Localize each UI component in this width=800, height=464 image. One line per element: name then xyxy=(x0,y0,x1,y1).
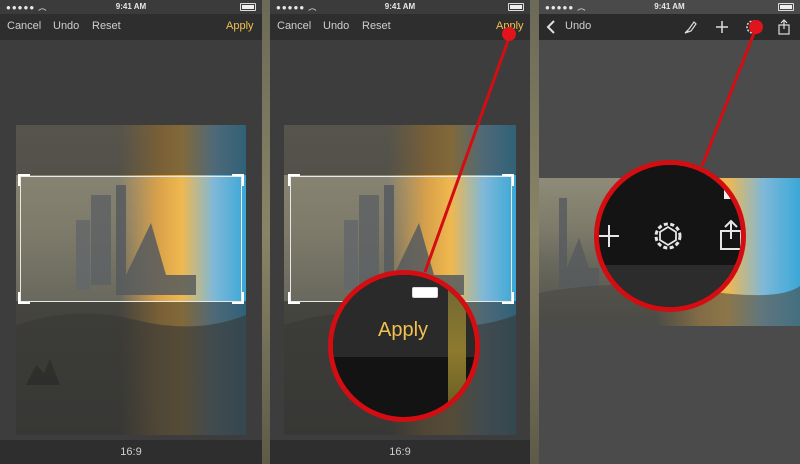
status-time: 9:41 AM xyxy=(115,2,147,11)
undo-button[interactable]: Undo xyxy=(565,20,591,32)
battery-icon xyxy=(778,3,794,11)
status-time: 9:41 AM xyxy=(654,2,685,11)
zoom-gear-icon xyxy=(654,222,682,250)
status-bar: ●●●●● ︵ 9:41 AM xyxy=(270,0,530,14)
crop-handle-bottom-right[interactable] xyxy=(502,292,514,304)
status-bar: ●●●●● ︵ 9:41 AM xyxy=(0,0,262,14)
crop-handle-top-left[interactable] xyxy=(288,174,300,186)
zoom-battery-icon xyxy=(724,187,736,199)
zoom-plus-icon xyxy=(599,225,619,247)
status-time: 9:41 AM xyxy=(384,2,416,11)
plus-icon[interactable] xyxy=(713,18,731,36)
battery-icon xyxy=(508,3,524,11)
undo-button[interactable]: Undo xyxy=(53,20,79,32)
crop-frame[interactable] xyxy=(18,174,244,304)
crop-mask-top xyxy=(284,125,516,175)
apply-pointer-dot xyxy=(502,27,516,41)
panel-divider xyxy=(262,0,270,464)
nav-bar: Cancel Undo Reset Apply xyxy=(270,14,530,40)
zoom-divider xyxy=(448,275,466,417)
editor-screen-panel: ●●●●● ︵ 9:41 AM Undo xyxy=(539,0,800,464)
apply-button[interactable]: Apply xyxy=(226,20,254,32)
battery-icon xyxy=(240,3,256,11)
gear-pointer-dot xyxy=(749,20,763,34)
bottom-bar: 16:9 xyxy=(270,440,530,464)
crop-handle-bottom-left[interactable] xyxy=(18,292,30,304)
undo-button[interactable]: Undo xyxy=(323,20,349,32)
cancel-button[interactable]: Cancel xyxy=(7,20,41,32)
crop-handle-top-right[interactable] xyxy=(502,174,514,186)
crop-mask-bottom xyxy=(16,301,246,435)
panel-divider xyxy=(530,0,539,464)
reset-button[interactable]: Reset xyxy=(92,20,121,32)
share-icon[interactable] xyxy=(775,18,793,36)
crop-handle-bottom-right[interactable] xyxy=(232,292,244,304)
crop-handle-bottom-left[interactable] xyxy=(288,292,300,304)
zoom-battery-icon xyxy=(412,287,438,298)
aspect-ratio-button[interactable]: 16:9 xyxy=(120,446,141,458)
cancel-button[interactable]: Cancel xyxy=(277,20,311,32)
zoom-callout-apply: Apply xyxy=(328,270,480,422)
nav-bar: Cancel Undo Reset Apply xyxy=(0,14,262,40)
bottom-bar: 16:9 xyxy=(0,440,262,464)
crop-screen-panel-annotated: ●●●●● ︵ 9:41 AM Cancel Undo Reset Apply xyxy=(270,0,530,464)
back-chevron-icon[interactable] xyxy=(543,18,561,36)
brush-icon[interactable] xyxy=(682,18,700,36)
crop-mask-top xyxy=(16,125,246,175)
zoom-apply-label: Apply xyxy=(378,319,429,341)
zoom-share-icon xyxy=(720,219,741,250)
crop-handle-top-left[interactable] xyxy=(18,174,30,186)
status-bar: ●●●●● ︵ 9:41 AM xyxy=(539,0,800,14)
reset-button[interactable]: Reset xyxy=(362,20,391,32)
crop-screen-panel: ●●●●● ︵ 9:41 AM Cancel Undo Reset Apply xyxy=(0,0,262,464)
aspect-ratio-button[interactable]: 16:9 xyxy=(389,446,410,458)
crop-handle-top-right[interactable] xyxy=(232,174,244,186)
canvas-area xyxy=(0,40,262,440)
zoom-canvas xyxy=(599,265,741,307)
zoom-callout-toolbar xyxy=(594,160,746,312)
